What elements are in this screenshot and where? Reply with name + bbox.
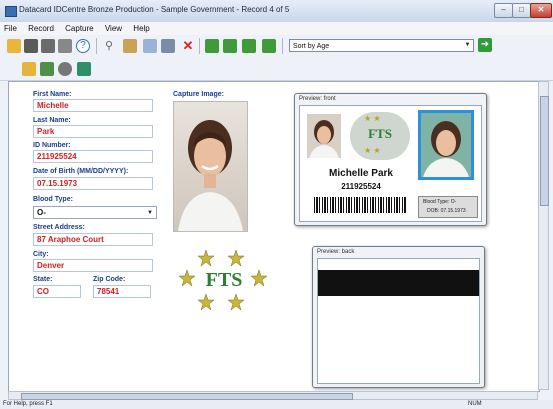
preview-front-label: Preview: front — [299, 96, 336, 102]
chevron-down-icon[interactable]: ▼ — [147, 207, 153, 219]
application-window: Datacard IDCentre Bronze Production - Sa… — [0, 0, 553, 409]
person-icon[interactable] — [24, 39, 38, 53]
menu-help[interactable]: Help — [133, 22, 149, 35]
new-record-icon[interactable] — [22, 62, 36, 76]
close-button[interactable]: ✕ — [530, 3, 552, 18]
card-stars-bottom: ★ ★ — [364, 146, 381, 155]
city-field[interactable]: Denver — [33, 259, 153, 272]
search-icon[interactable]: ⚲ — [102, 39, 116, 53]
street-field[interactable]: 87 Araphoe Court — [33, 233, 153, 246]
last-record-icon[interactable] — [262, 39, 276, 53]
card-front: FTS ★ ★ ★ ★ Michelle Park 211925524 Bloo… — [299, 105, 482, 222]
first-name-field[interactable]: Michelle — [33, 99, 153, 112]
card-photo-small — [307, 114, 341, 158]
zip-field[interactable]: 78541 — [93, 285, 151, 298]
card-back — [317, 258, 480, 384]
state-label: State: — [33, 276, 53, 283]
card-id: 211925524 — [341, 182, 381, 191]
zip-label: Zip Code: — [93, 276, 126, 283]
card-stars-top: ★ ★ — [364, 114, 381, 123]
print-icon[interactable] — [77, 62, 91, 76]
trash-bin-icon[interactable] — [143, 39, 157, 53]
people-icon[interactable] — [41, 39, 55, 53]
captured-photo[interactable] — [173, 101, 248, 232]
menu-bar: File Record Capture View Help — [0, 22, 553, 35]
card-info-box: Blood Type: O- DOB: 07.15.1973 — [418, 196, 478, 218]
maximize-button[interactable]: □ — [512, 3, 531, 18]
status-bar: For Help, press F1 NUM — [0, 400, 553, 409]
last-name-label: Last Name: — [33, 117, 71, 124]
toolbar-separator — [199, 38, 200, 54]
capture-icon[interactable] — [58, 62, 72, 76]
toolbar-separator — [282, 38, 283, 54]
app-icon — [5, 6, 17, 17]
id-number-field[interactable]: 211925524 — [33, 150, 153, 163]
filter-icon[interactable] — [123, 39, 137, 53]
dob-label: Date of Birth (MM/DD/YYYY): — [33, 168, 129, 175]
delete-icon[interactable]: ✕ — [181, 39, 195, 53]
card-logo-text: FTS — [368, 126, 392, 141]
open-icon[interactable] — [7, 39, 21, 53]
vertical-scroll-thumb[interactable] — [540, 96, 549, 206]
card-logo-oval: FTS ★ ★ ★ ★ — [350, 112, 410, 160]
menu-record[interactable]: Record — [28, 22, 54, 35]
id-number-label: ID Number: — [33, 142, 71, 149]
vertical-scrollbar[interactable] — [538, 81, 549, 390]
first-record-icon[interactable] — [205, 39, 219, 53]
card-dob: DOB: 07.15.1973 — [427, 208, 466, 214]
window-title: Datacard IDCentre Bronze Production - Sa… — [19, 5, 290, 14]
preview-back-label: Preview: back — [317, 249, 355, 255]
preview-front-panel: Preview: front FTS ★ ★ ★ ★ Michelle Park… — [294, 93, 487, 226]
edit-fields-icon[interactable] — [40, 62, 54, 76]
menu-capture[interactable]: Capture — [65, 22, 93, 35]
record-canvas: First Name: Michelle Last Name: Park ID … — [8, 81, 540, 392]
fts-logo: FTS — [178, 248, 269, 318]
minimize-button[interactable]: – — [494, 3, 513, 18]
horizontal-scrollbar[interactable] — [8, 391, 538, 400]
blood-type-select[interactable]: O- ▼ — [33, 206, 157, 219]
blood-type-label: Blood Type: — [33, 196, 73, 203]
city-label: City: — [33, 251, 49, 258]
capture-image-label: Capture Image: — [173, 91, 224, 98]
first-name-label: First Name: — [33, 91, 72, 98]
card-blood-type: Blood Type: O- — [423, 199, 457, 205]
camera-icon[interactable] — [58, 39, 72, 53]
magnetic-stripe — [318, 270, 479, 296]
last-name-field[interactable]: Park — [33, 125, 153, 138]
chevron-down-icon[interactable]: ▼ — [463, 41, 472, 50]
card-barcode — [314, 197, 406, 213]
apply-sort-button[interactable]: ➜ — [478, 38, 492, 52]
street-label: Street Address: — [33, 224, 85, 231]
next-record-icon[interactable] — [242, 39, 256, 53]
help-icon[interactable]: ? — [76, 39, 90, 53]
horizontal-scroll-thumb[interactable] — [21, 393, 353, 400]
sort-select[interactable]: Sort by Age ▼ — [289, 39, 474, 52]
previous-record-icon[interactable] — [223, 39, 237, 53]
secondary-toolbar — [0, 58, 553, 81]
sort-select-value: Sort by Age — [293, 43, 330, 50]
fts-logo-text: FTS — [205, 269, 243, 291]
num-lock-indicator: NUM — [468, 401, 482, 407]
menu-view[interactable]: View — [105, 22, 122, 35]
blood-type-value: O- — [37, 208, 46, 217]
menu-file[interactable]: File — [4, 22, 17, 35]
title-bar: Datacard IDCentre Bronze Production - Sa… — [0, 0, 553, 23]
dob-field[interactable]: 07.15.1973 — [33, 177, 153, 190]
portrait-image — [178, 120, 243, 231]
preview-back-panel: Preview: back — [312, 246, 485, 388]
toolbar-separator — [96, 38, 97, 54]
card-name: Michelle Park — [329, 168, 393, 179]
card-photo-large — [418, 110, 474, 180]
save-icon[interactable] — [161, 39, 175, 53]
state-field[interactable]: CO — [33, 285, 81, 298]
status-help-text: For Help, press F1 — [3, 401, 53, 407]
